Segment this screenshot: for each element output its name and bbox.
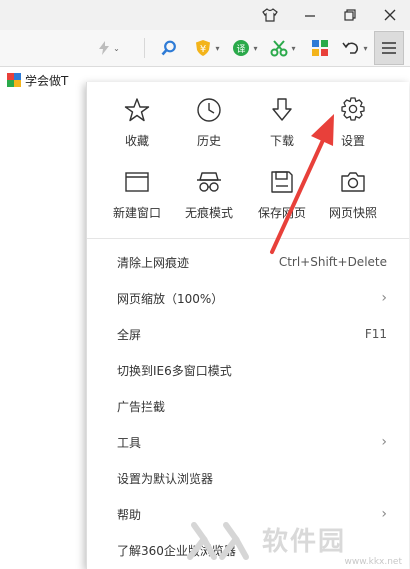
watermark: 软件园 www.kkx.net bbox=[184, 517, 404, 567]
restore-button[interactable] bbox=[330, 0, 370, 30]
undo-close-tab-button[interactable]: ▾ bbox=[338, 30, 372, 66]
speed-mode-button[interactable]: ⌄ bbox=[88, 30, 130, 66]
gear-icon bbox=[339, 96, 367, 124]
chevron-down-icon: ▾ bbox=[253, 43, 258, 53]
translate-label: 译 bbox=[236, 44, 246, 55]
menu-item-label: 设置为默认浏览器 bbox=[117, 471, 214, 486]
camera-icon bbox=[339, 168, 367, 196]
watermark-text: 软件园 bbox=[262, 527, 347, 557]
chevron-right-icon: › bbox=[381, 434, 387, 450]
menu-incognito[interactable]: 无痕模式 bbox=[169, 168, 249, 228]
menu-favorites[interactable]: 收藏 bbox=[97, 96, 177, 156]
menu-save-page[interactable]: 保存网页 bbox=[242, 168, 322, 228]
scissors-icon bbox=[270, 40, 288, 57]
menu-new-window-label: 新建窗口 bbox=[112, 206, 161, 220]
svg-text:¥: ¥ bbox=[200, 44, 206, 55]
menu-snapshot-label: 网页快照 bbox=[328, 206, 377, 220]
menu-item-label: 工具 bbox=[117, 435, 142, 450]
menu-downloads[interactable]: 下载 bbox=[242, 96, 322, 156]
chevron-right-icon: › bbox=[381, 290, 387, 306]
watermark-url: www.kkx.net bbox=[344, 557, 403, 567]
chevron-down-icon: ⌄ bbox=[113, 43, 120, 53]
menu-item-ad-block[interactable]: 广告拦截 bbox=[87, 388, 409, 424]
screenshot-button[interactable]: ▾ bbox=[266, 30, 300, 66]
menu-item-shortcut: Ctrl+Shift+Delete bbox=[278, 255, 387, 269]
menu-downloads-label: 下载 bbox=[269, 134, 294, 148]
skin-icon[interactable] bbox=[250, 0, 290, 30]
menu-item-label: 广告拦截 bbox=[117, 399, 166, 414]
menu-divider bbox=[87, 238, 409, 239]
toolbar: ⌄ ¥ ▾ 译 ▾ ▾ ▾ bbox=[0, 30, 410, 67]
menu-settings[interactable]: 设置 bbox=[313, 96, 393, 156]
bookmark-item[interactable]: 学会做T bbox=[0, 67, 86, 93]
search-icon bbox=[161, 40, 176, 56]
download-icon bbox=[268, 96, 296, 124]
yen-shield-icon: ¥ bbox=[196, 40, 211, 56]
hamburger-icon bbox=[382, 42, 396, 54]
translate-button[interactable]: 译 ▾ bbox=[228, 30, 262, 66]
undo-icon bbox=[342, 42, 359, 54]
toolbar-divider bbox=[144, 38, 145, 58]
menu-item-zoom[interactable]: 网页缩放（100%） › bbox=[87, 280, 409, 316]
chevron-down-icon: ▾ bbox=[291, 43, 296, 53]
menu-new-window[interactable]: 新建窗口 bbox=[97, 168, 177, 228]
menu-item-ie6-mode[interactable]: 切换到IE6多窗口模式 bbox=[87, 352, 409, 388]
menu-item-label: 全屏 bbox=[117, 327, 142, 342]
menu-history-label: 历史 bbox=[196, 134, 221, 148]
menu-item-label: 网页缩放（100%） bbox=[117, 291, 224, 306]
close-button[interactable] bbox=[370, 0, 410, 30]
menu-item-default-browser[interactable]: 设置为默认浏览器 bbox=[87, 460, 409, 496]
menu-item-label: 帮助 bbox=[117, 507, 142, 522]
incognito-icon bbox=[195, 168, 223, 196]
floppy-icon bbox=[268, 168, 296, 196]
clock-icon bbox=[195, 96, 223, 124]
app-center-button[interactable] bbox=[306, 30, 334, 66]
chevron-down-icon: ▾ bbox=[215, 43, 220, 53]
menu-item-label: 清除上网痕迹 bbox=[117, 255, 190, 270]
apps-grid-icon bbox=[312, 40, 328, 56]
bookmark-label: 学会做T bbox=[25, 73, 69, 88]
menu-item-tools[interactable]: 工具 › bbox=[87, 424, 409, 460]
lightning-icon bbox=[99, 41, 110, 55]
title-bar bbox=[0, 0, 410, 30]
menu-incognito-label: 无痕模式 bbox=[184, 206, 233, 220]
menu-item-clear-history[interactable]: 清除上网痕迹 Ctrl+Shift+Delete bbox=[87, 244, 409, 280]
menu-item-label: 切换到IE6多窗口模式 bbox=[117, 363, 232, 378]
main-menu-button[interactable] bbox=[374, 31, 404, 65]
main-menu-panel: 收藏 历史 下载 设置 新建窗口 无痕模式 保存网页 网页快照 清除上网痕迹 C… bbox=[86, 82, 409, 569]
menu-snapshot[interactable]: 网页快照 bbox=[313, 168, 393, 228]
star-icon bbox=[123, 96, 151, 124]
menu-item-fullscreen[interactable]: 全屏 F11 bbox=[87, 316, 409, 352]
shopping-assistant-button[interactable]: ¥ ▾ bbox=[190, 30, 224, 66]
search-button[interactable] bbox=[155, 30, 183, 66]
menu-settings-label: 设置 bbox=[340, 134, 365, 148]
window-icon bbox=[123, 168, 151, 196]
minimize-button[interactable] bbox=[290, 0, 330, 30]
menu-item-shortcut: F11 bbox=[364, 327, 387, 341]
bookmark-favicon-icon bbox=[7, 73, 21, 87]
menu-favorites-label: 收藏 bbox=[124, 134, 149, 148]
menu-save-page-label: 保存网页 bbox=[257, 206, 306, 220]
chevron-down-icon: ▾ bbox=[363, 43, 368, 53]
menu-history[interactable]: 历史 bbox=[169, 96, 249, 156]
